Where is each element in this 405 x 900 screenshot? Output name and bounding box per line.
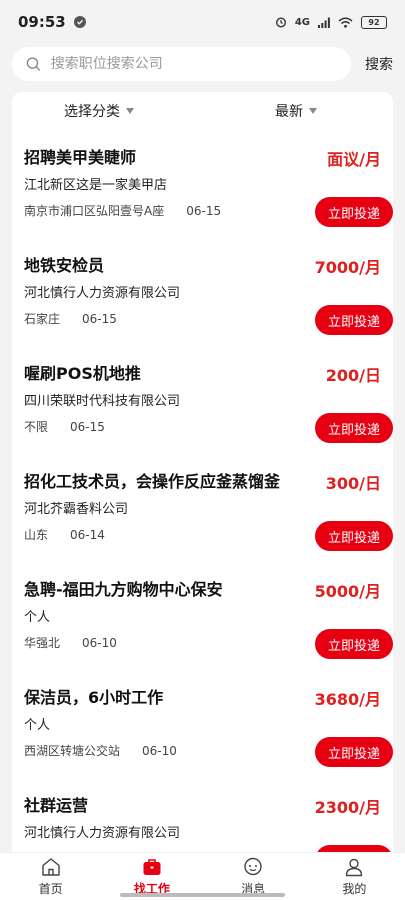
job-date: 06-15	[70, 420, 105, 434]
status-left: 09:53	[18, 13, 86, 31]
job-list-card: 选择分类 最新 招聘美甲美睫师 江北新区这是一家美甲店 南京市浦口区弘阳壹号A座…	[12, 92, 393, 852]
apply-button[interactable]: 立即投递	[315, 413, 393, 443]
alarm-icon	[275, 17, 286, 28]
job-item[interactable]: 急聘-福田九方购物中心保安 个人 华强北 06-10 5000/月 立即投递	[12, 562, 393, 670]
job-item[interactable]: 招化工技术员，会操作反应釜蒸馏釜 河北芥霸香料公司 山东 06-14 300/日…	[12, 454, 393, 562]
job-company: 河北慎行人力资源有限公司	[24, 826, 181, 841]
job-item[interactable]: 招聘美甲美睫师 江北新区这是一家美甲店 南京市浦口区弘阳壹号A座 06-15 面…	[12, 130, 393, 238]
job-salary: 300/日	[325, 474, 381, 493]
job-date: 06-10	[142, 744, 177, 758]
job-location: 西湖区转塘公交站	[24, 744, 121, 758]
search-row: 搜索	[0, 44, 405, 84]
job-location: 山东	[24, 528, 49, 542]
job-salary: 200/日	[325, 366, 381, 385]
job-company: 江北新区这是一家美甲店	[24, 178, 168, 193]
job-company: 个人	[24, 610, 51, 625]
job-item[interactable]: 保洁员，6小时工作 个人 西湖区转塘公交站 06-10 3680/月 立即投递	[12, 670, 393, 778]
job-salary: 7000/月	[314, 258, 381, 277]
apply-button[interactable]: 立即投递	[315, 521, 393, 551]
job-location: 华强北	[24, 636, 61, 650]
apply-button[interactable]: 立即投递	[315, 305, 393, 335]
status-right: 4G 92	[275, 15, 387, 29]
job-company: 四川荣联时代科技有限公司	[24, 394, 181, 409]
job-item[interactable]: 社群运营 河北慎行人力资源有限公司 2300/月 立即投递	[12, 778, 393, 852]
job-salary: 3680/月	[314, 690, 381, 709]
bottom-tab-bar: 首页 找工作 消息 我的	[0, 852, 405, 900]
job-salary: 2300/月	[314, 798, 381, 817]
job-date: 06-15	[82, 312, 117, 326]
job-date: 06-15	[186, 204, 222, 218]
job-list: 招聘美甲美睫师 江北新区这是一家美甲店 南京市浦口区弘阳壹号A座 06-15 面…	[12, 130, 393, 852]
job-location: 不限	[24, 420, 49, 434]
search-button[interactable]: 搜索	[361, 54, 393, 74]
sort-filter-label: 最新	[275, 104, 303, 120]
tab-home-label: 首页	[38, 882, 63, 896]
job-company: 个人	[24, 718, 51, 733]
apply-button[interactable]: 立即投递	[315, 197, 393, 227]
job-item[interactable]: 喔刷POS机地推 四川荣联时代科技有限公司 不限 06-15 200/日 立即投…	[12, 346, 393, 454]
apply-button[interactable]: 立即投递	[315, 737, 393, 767]
battery-icon: 92	[361, 15, 387, 29]
tab-home[interactable]: 首页	[0, 853, 101, 900]
briefcase-icon	[143, 859, 161, 875]
wifi-icon	[338, 17, 353, 28]
caret-down-icon	[126, 108, 134, 114]
apply-button[interactable]: 立即投递	[315, 629, 393, 659]
search-icon	[26, 57, 41, 71]
job-company: 河北芥霸香料公司	[24, 502, 129, 517]
caret-down-icon	[309, 108, 317, 114]
home-indicator	[120, 893, 285, 897]
job-item[interactable]: 地铁安检员 河北慎行人力资源有限公司 石家庄 06-15 7000/月 立即投递	[12, 238, 393, 346]
tab-profile[interactable]: 我的	[304, 853, 405, 900]
home-icon	[41, 858, 60, 876]
category-filter[interactable]: 选择分类	[64, 101, 134, 121]
apply-button[interactable]: 立即投递	[315, 845, 393, 852]
tab-profile-label: 我的	[342, 882, 367, 896]
category-filter-label: 选择分类	[64, 104, 120, 120]
check-circle-icon	[73, 16, 86, 28]
status-time: 09:53	[18, 13, 66, 31]
job-date: 06-10	[82, 636, 117, 650]
job-date: 06-14	[70, 528, 105, 542]
job-location: 南京市浦口区弘阳壹号A座	[24, 204, 165, 218]
sort-filter[interactable]: 最新	[275, 101, 317, 121]
search-box[interactable]	[12, 47, 351, 81]
message-icon	[244, 857, 262, 876]
network-type: 4G	[294, 16, 310, 28]
search-input[interactable]	[50, 56, 337, 72]
job-location: 石家庄	[24, 312, 61, 326]
filter-bar: 选择分类 最新	[12, 92, 393, 130]
job-company: 河北慎行人力资源有限公司	[24, 286, 181, 301]
status-bar: 09:53 4G 92	[0, 0, 405, 44]
job-salary: 5000/月	[314, 582, 381, 601]
user-icon	[346, 858, 363, 877]
battery-level: 92	[368, 17, 380, 27]
job-salary: 面议/月	[327, 150, 381, 169]
signal-icon	[318, 17, 330, 28]
